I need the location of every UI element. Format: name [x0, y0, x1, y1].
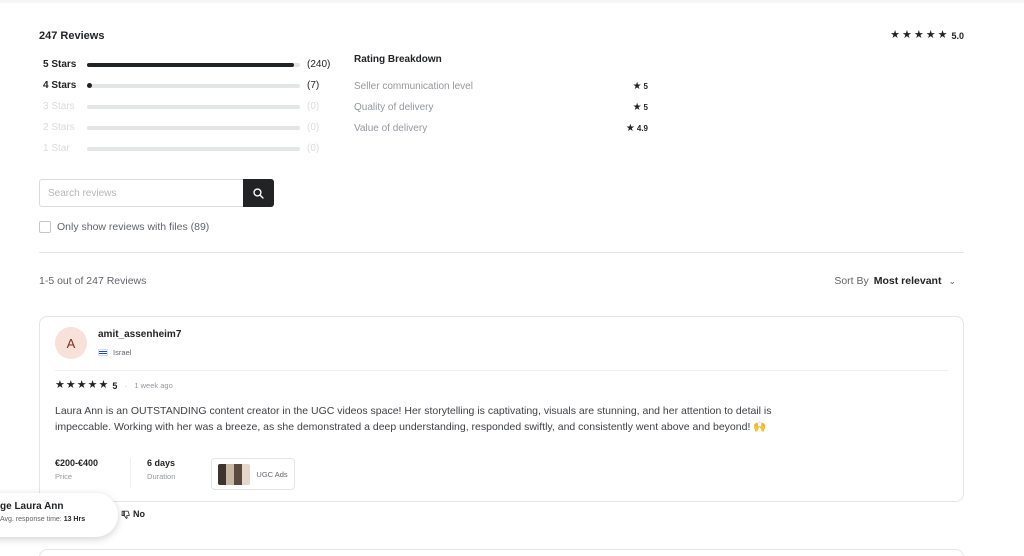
sort-value: Most relevant [873, 275, 942, 287]
response-time: Avg. response time: 13 Hrs [0, 516, 86, 523]
distribution-row-1: 1 Star (0) [43, 138, 343, 159]
israel-flag-icon [98, 349, 108, 356]
reviewer-country: Israel [98, 348, 131, 357]
sort-dropdown[interactable]: Sort By Most relevant ⌄ [834, 275, 956, 287]
price-label: Price [55, 472, 73, 481]
breakdown-label: Value of delivery [354, 123, 428, 134]
distribution-bar-fill [87, 83, 92, 88]
deliverable-label: UGC Ads [256, 469, 288, 479]
distribution-bar [87, 104, 300, 109]
search-input[interactable] [39, 179, 243, 207]
thumbs-down-icon [121, 510, 130, 519]
distribution-count: (240) [307, 59, 331, 70]
distribution-bar [87, 146, 300, 151]
helpful-no-label: No [133, 509, 146, 519]
price-block: €200-€400 Price [55, 458, 132, 488]
avatar: A [55, 327, 87, 359]
distribution-count: (0) [307, 101, 320, 112]
star-icon: ★ [913, 29, 924, 41]
sort-label: Sort By [834, 275, 869, 287]
review-time: 1 week ago [134, 381, 173, 390]
results-range: 1-5 out of 247 Reviews [39, 275, 147, 287]
seller-name: ge Laura Ann [0, 501, 64, 512]
breakdown-label: Quality of delivery [354, 102, 434, 113]
distribution-row-4[interactable]: 4 Stars (7) [43, 75, 343, 96]
distribution-row-5[interactable]: 5 Stars (240) [43, 54, 343, 75]
distribution-count: (0) [307, 122, 320, 133]
distribution-bar [87, 62, 300, 67]
chevron-down-icon: ⌄ [948, 275, 956, 286]
breakdown-row: Quality of delivery ★ 5 [354, 97, 650, 118]
breakdown-row: Seller communication level ★ 5 [354, 76, 650, 97]
files-filter[interactable]: Only show reviews with files (89) [39, 221, 209, 233]
star-icon: ★ [625, 122, 635, 134]
duration-value: 6 days [147, 458, 176, 468]
breakdown-value: ★ 5 [632, 80, 648, 92]
breakdown-label: Seller communication level [354, 81, 473, 92]
distribution-row-3: 3 Stars (0) [43, 96, 343, 117]
files-filter-checkbox[interactable] [39, 221, 51, 233]
rating-breakdown-title: Rating Breakdown [354, 54, 442, 65]
distribution-row-2: 2 Stars (0) [43, 117, 343, 138]
duration-label: Duration [147, 472, 176, 481]
distribution-label: 5 Stars [43, 59, 77, 70]
distribution-bar [87, 125, 300, 130]
distribution-bar-fill [87, 62, 294, 67]
breakdown-value: ★ 5 [632, 101, 648, 113]
review-search [39, 179, 274, 207]
reviews-count-heading: 247 Reviews [39, 30, 105, 42]
star-icon: ★ [937, 29, 948, 41]
search-icon [253, 187, 264, 199]
rating-distribution: 5 Stars (240) 4 Stars (7) 3 Stars (0) 2 … [43, 54, 343, 159]
distribution-label: 4 Stars [43, 80, 77, 91]
deliverable-thumbnail [218, 463, 251, 485]
helpful-no-button[interactable]: No [121, 509, 145, 519]
response-time-value: 13 Hrs [63, 516, 86, 523]
country-name: Israel [113, 348, 132, 357]
distribution-label: 2 Stars [43, 122, 75, 133]
star-icon: ★ [632, 101, 642, 113]
distribution-count: (0) [307, 143, 320, 154]
overall-rating-value: 5.0 [951, 30, 964, 41]
review-card-next [39, 549, 964, 556]
star-icon: ★ [76, 379, 87, 391]
star-icon: ★ [55, 379, 65, 391]
review-text: Laura Ann is an OUTSTANDING content crea… [55, 405, 772, 433]
price-value: €200-€400 [55, 458, 99, 468]
star-icon: ★ [890, 29, 900, 41]
overall-rating: ★ ★ ★ ★ ★ 5.0 [890, 30, 964, 41]
review-rating: ★ ★ ★ ★ ★ 5 · 1 week ago [55, 380, 173, 391]
star-icon: ★ [901, 29, 912, 41]
star-icon: ★ [87, 379, 98, 391]
section-divider [39, 252, 964, 253]
reviewer-username[interactable]: amit_assenheim7 [98, 329, 181, 340]
breakdown-value: ★ 4.9 [625, 122, 648, 134]
search-button[interactable] [243, 179, 274, 207]
breakdown-row: Value of delivery ★ 4.9 [354, 118, 650, 139]
top-border [0, 0, 1024, 3]
review-rating-value: 5 [112, 380, 118, 391]
star-icon: ★ [925, 29, 936, 41]
star-icon: ★ [632, 80, 642, 92]
distribution-label: 3 Stars [43, 101, 75, 112]
review-meta: €200-€400 Price 6 days Duration UGC Ads [55, 458, 295, 490]
deliverable-chip[interactable]: UGC Ads [211, 458, 295, 490]
duration-block: 6 days Duration [147, 458, 175, 488]
separator-dot: · [124, 380, 128, 391]
distribution-bar [87, 83, 300, 88]
rating-breakdown: Rating Breakdown Seller communication le… [354, 54, 650, 139]
distribution-label: 1 Star [43, 143, 70, 154]
seller-contact-float[interactable]: ge Laura Ann Avg. response time: 13 Hrs [0, 493, 118, 537]
files-filter-label: Only show reviews with files (89) [57, 221, 210, 233]
star-icon: ★ [65, 379, 76, 391]
review-card: A amit_assenheim7 Israel ★ ★ ★ ★ ★ 5 · 1… [39, 316, 964, 502]
distribution-count: (7) [307, 80, 320, 91]
star-icon: ★ [98, 379, 109, 391]
card-divider [55, 370, 948, 371]
